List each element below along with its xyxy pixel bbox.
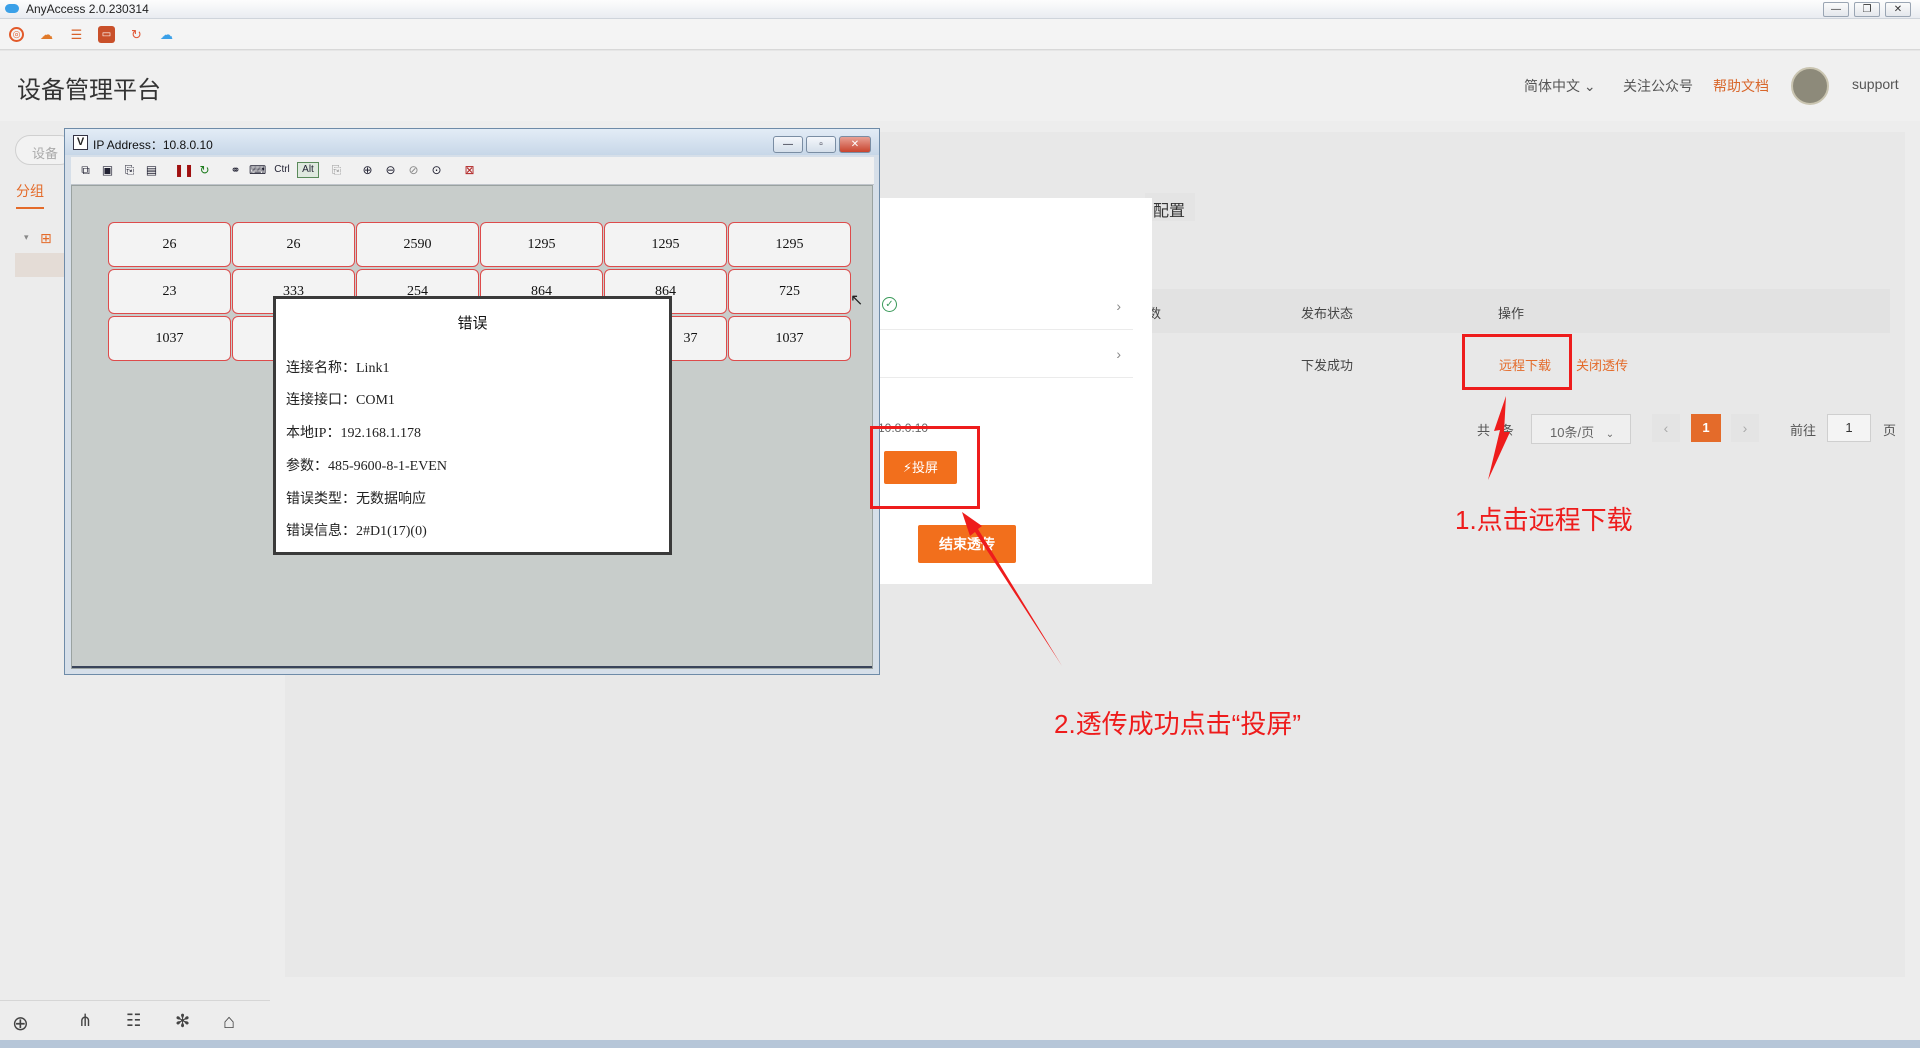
- annotation-step-1: 1.点击远程下载: [1455, 505, 1633, 535]
- os-taskbar: [0, 1040, 1920, 1048]
- arrow-to-download: [1488, 396, 1510, 480]
- arrow-to-cast: [962, 512, 1062, 666]
- annotation-step-2: 2.透传成功点击“投屏”: [1054, 709, 1302, 739]
